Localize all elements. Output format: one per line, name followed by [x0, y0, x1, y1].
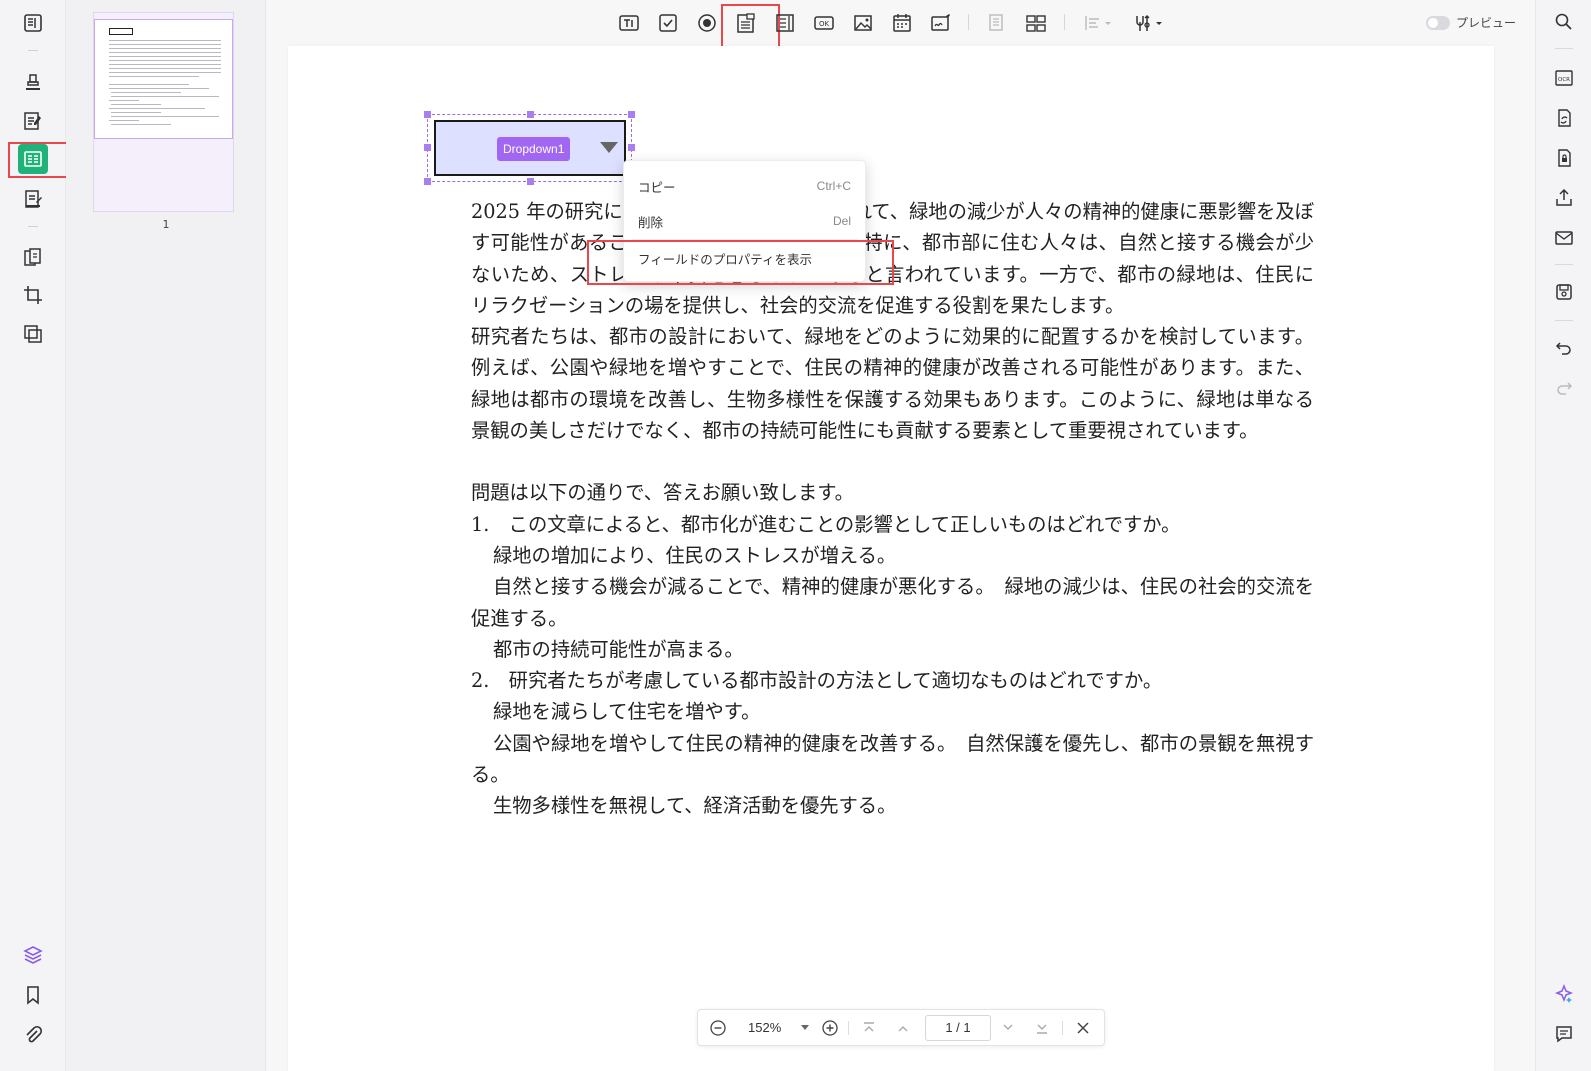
- resize-handle[interactable]: [424, 178, 431, 185]
- thumbnail-page-preview: [94, 19, 233, 139]
- preview-toggle[interactable]: プレビュー: [1426, 14, 1516, 31]
- rail-divider: [1555, 320, 1573, 321]
- ocr-icon[interactable]: OCR: [1550, 64, 1578, 92]
- email-icon[interactable]: [1550, 224, 1578, 252]
- edit-text-icon[interactable]: [18, 106, 48, 136]
- checkbox-icon[interactable]: [655, 10, 681, 36]
- signature-field-icon[interactable]: [928, 10, 954, 36]
- zoom-level[interactable]: 152%: [748, 1020, 781, 1035]
- search-icon[interactable]: [1550, 8, 1578, 36]
- first-page-icon[interactable]: [859, 1018, 879, 1038]
- save-icon[interactable]: [1550, 278, 1578, 306]
- form-toolbar: OK プレビュー: [266, 0, 1535, 48]
- redo-icon[interactable]: [1550, 374, 1578, 402]
- menu-item-shortcut: Ctrl+C: [816, 179, 851, 193]
- document-page: 2025 年の研究によると、都市化が進むにつれて、緑地の減少が人々の精神的健康に…: [288, 46, 1494, 1071]
- toolbar-divider: [968, 14, 969, 30]
- menu-item-label: コピー: [638, 180, 676, 195]
- paragraph-2: 研究者たちは、都市の設計において、緑地をどのように効果的に配置するかを検討してい…: [471, 325, 1314, 443]
- layers-icon[interactable]: [18, 940, 48, 970]
- svg-text:OK: OK: [819, 20, 830, 28]
- ai-assistant-icon[interactable]: [1550, 980, 1578, 1008]
- document-body: 2025 年の研究によると、都市化が進むにつれて、緑地の減少が人々の精神的健康に…: [471, 196, 1314, 822]
- left-tool-rail: [0, 0, 68, 1071]
- crop-icon[interactable]: [18, 280, 48, 310]
- convert-icon[interactable]: [1550, 104, 1578, 132]
- menu-item-delete[interactable]: 削除 Del: [624, 206, 865, 236]
- rail-divider: [28, 50, 38, 51]
- q2-option-a: 緑地を減らして住宅を増やす。: [493, 700, 761, 724]
- question-2: 2. 研究者たちが考慮している都市設計の方法として適切なものはどれですか。: [471, 669, 1163, 693]
- toolbar-divider: [1064, 14, 1065, 30]
- resize-handle[interactable]: [424, 144, 431, 151]
- resize-handle[interactable]: [628, 111, 635, 118]
- undo-icon[interactable]: [1550, 334, 1578, 362]
- button-field-icon[interactable]: OK: [811, 10, 837, 36]
- q1-option-a: 緑地の増加により、住民のストレスが増える。: [493, 543, 897, 567]
- resize-handle[interactable]: [424, 111, 431, 118]
- svg-text:OCR: OCR: [1558, 77, 1570, 83]
- next-page-icon[interactable]: [998, 1018, 1018, 1038]
- zoom-page-bar: 152% 1 / 1: [697, 1009, 1105, 1046]
- field-name-tag: Dropdown1: [497, 137, 571, 161]
- bar-divider: [848, 1021, 849, 1035]
- organize-pages-icon[interactable]: [18, 242, 48, 272]
- field-properties-highlight: [587, 240, 894, 285]
- form-tools-icon[interactable]: [1131, 10, 1167, 36]
- grid-layout-icon[interactable]: [1023, 10, 1049, 36]
- resize-handle[interactable]: [527, 111, 534, 118]
- share-icon[interactable]: [1550, 184, 1578, 212]
- zoom-dropdown-icon[interactable]: [801, 1025, 809, 1030]
- preview-label: プレビュー: [1456, 16, 1517, 30]
- date-field-icon[interactable]: [889, 10, 915, 36]
- questions-intro: 問題は以下の通りで、答えお願い致します。: [471, 481, 854, 505]
- right-tool-rail: OCR: [1535, 0, 1591, 1071]
- resize-handle[interactable]: [628, 144, 635, 151]
- form-mode-highlight: [8, 142, 68, 178]
- radio-button-icon[interactable]: [694, 10, 720, 36]
- protect-icon[interactable]: [1550, 144, 1578, 172]
- zoom-in-icon[interactable]: [820, 1018, 840, 1038]
- align-icon[interactable]: [1080, 10, 1116, 36]
- rail-divider: [1555, 264, 1573, 265]
- dropdown-form-field[interactable]: Dropdown1: [434, 120, 626, 176]
- highlighter-icon[interactable]: [18, 67, 48, 97]
- duplicate-field-icon[interactable]: [984, 10, 1010, 36]
- compare-icon[interactable]: [18, 319, 48, 349]
- reader-mode-icon[interactable]: [18, 8, 48, 38]
- rail-divider: [28, 226, 38, 227]
- zoom-out-icon[interactable]: [708, 1018, 728, 1038]
- close-icon[interactable]: [1073, 1018, 1093, 1038]
- q2-option-c: 生物多様性を無視して、経済活動を優先する。: [493, 794, 897, 818]
- rail-divider: [1555, 48, 1573, 49]
- last-page-icon[interactable]: [1032, 1018, 1052, 1038]
- thumbnail-field-marker: [109, 28, 133, 35]
- page-thumbnail[interactable]: [93, 12, 234, 212]
- thumbnail-page-number: 1: [162, 218, 170, 231]
- resize-handle[interactable]: [527, 178, 534, 185]
- bookmark-icon[interactable]: [18, 980, 48, 1010]
- question-1: 1. この文章によると、都市化が進むことの影響として正しいものはどれですか。: [471, 512, 1181, 536]
- image-field-icon[interactable]: [850, 10, 876, 36]
- comment-icon[interactable]: [1550, 1020, 1578, 1048]
- preview-switch[interactable]: [1426, 15, 1450, 30]
- bar-divider: [1062, 1021, 1063, 1035]
- text-field-icon[interactable]: [616, 10, 642, 36]
- list-box-icon[interactable]: [772, 10, 798, 36]
- q1-option-b: 自然と接する機会が減ることで、精神的健康が悪化する。 緑地の減少は、住民の社会的…: [471, 575, 1315, 630]
- thumbnail-panel: 1: [66, 0, 266, 1071]
- menu-item-label: 削除: [638, 215, 664, 230]
- dropdown-arrow-icon[interactable]: [600, 142, 618, 153]
- previous-page-icon[interactable]: [893, 1018, 913, 1038]
- menu-item-copy[interactable]: コピー Ctrl+C: [624, 171, 865, 201]
- attachment-icon[interactable]: [18, 1020, 48, 1050]
- fill-sign-icon[interactable]: [18, 184, 48, 214]
- page-number-input[interactable]: 1 / 1: [925, 1015, 991, 1041]
- q2-option-b: 公園や緑地を増やして住民の精神的健康を改善する。 自然保護を優先し、都市の景観を…: [471, 731, 1314, 787]
- menu-item-shortcut: Del: [832, 214, 851, 228]
- q1-option-c: 都市の持続可能性が高まる。: [493, 637, 744, 661]
